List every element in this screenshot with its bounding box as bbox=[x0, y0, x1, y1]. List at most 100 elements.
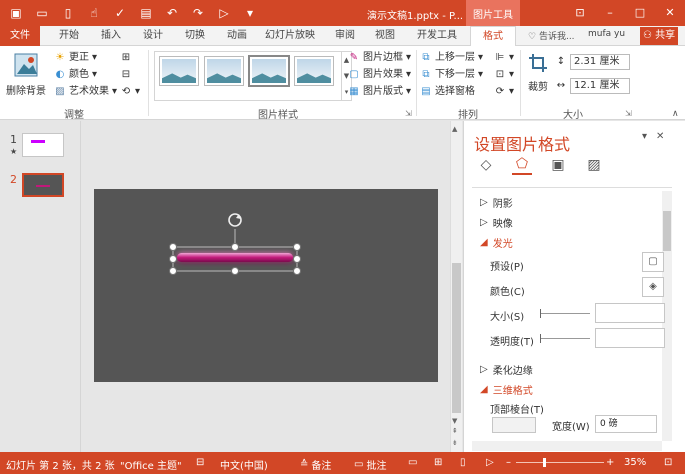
collapse-ribbon-icon[interactable]: ∧ bbox=[672, 106, 679, 122]
size-dialog-launcher-icon[interactable]: ⇲ bbox=[625, 106, 632, 122]
present-icon[interactable]: ▷ bbox=[212, 4, 236, 22]
section-soft-edges[interactable]: ▷ 柔化边缘 bbox=[480, 362, 533, 377]
resize-handle[interactable] bbox=[169, 267, 177, 275]
new-slide-icon[interactable]: ▤ bbox=[134, 4, 158, 22]
resize-handle[interactable] bbox=[231, 267, 239, 275]
minimize-button[interactable]: – bbox=[595, 0, 625, 24]
pane-scroll-thumb[interactable] bbox=[663, 211, 671, 251]
scroll-down-icon[interactable]: ▼ bbox=[452, 417, 457, 425]
slide-sorter-view-icon[interactable]: ⊞ bbox=[434, 457, 442, 468]
slide-thumbnail-1[interactable] bbox=[22, 133, 64, 157]
glow-color-picker-icon[interactable]: ◈ bbox=[642, 277, 664, 297]
picture-border-button[interactable]: ✎ 图片边框 ▾ bbox=[348, 50, 411, 66]
size-properties-icon[interactable]: ▣ bbox=[548, 155, 568, 175]
notes-button[interactable]: ≙ 备注 bbox=[300, 457, 331, 472]
resize-handle[interactable] bbox=[293, 255, 301, 263]
zoom-slider-thumb[interactable] bbox=[543, 458, 546, 467]
effects-pentagon-icon[interactable]: ⬠ bbox=[512, 155, 532, 175]
touch-mode-icon[interactable]: ☝ bbox=[82, 4, 106, 22]
tab-review[interactable]: 审阅 bbox=[328, 26, 362, 46]
selection-pane-button[interactable]: ▤ 选择窗格 bbox=[420, 84, 475, 100]
tab-slideshow[interactable]: 幻灯片放映 bbox=[262, 26, 318, 46]
artistic-effects-button[interactable]: ▨ 艺术效果 ▾ bbox=[54, 84, 117, 100]
tab-design[interactable]: 设计 bbox=[136, 26, 170, 46]
glow-line-shape[interactable] bbox=[177, 253, 293, 262]
section-reflection[interactable]: ▷ 映像 bbox=[480, 215, 513, 230]
align-icon[interactable]: ⊫ ▾ bbox=[494, 50, 514, 66]
reading-view-icon[interactable]: ▯ bbox=[460, 457, 466, 468]
zoom-out-icon[interactable]: – bbox=[506, 457, 511, 468]
maximize-button[interactable]: □ bbox=[625, 0, 655, 24]
rotate-icon[interactable]: ⟳ ▾ bbox=[494, 84, 514, 100]
send-backward-button[interactable]: ⧉ 下移一层 ▾ bbox=[420, 67, 483, 83]
customize-qat-icon[interactable]: ▾ bbox=[238, 4, 262, 22]
reset-picture-icon[interactable]: ⟲ ▾ bbox=[120, 84, 140, 100]
transparency-input[interactable] bbox=[595, 328, 665, 348]
tab-view[interactable]: 视图 bbox=[368, 26, 402, 46]
scroll-thumb[interactable] bbox=[452, 263, 461, 413]
picture-style-option[interactable] bbox=[205, 57, 243, 85]
resize-handle[interactable] bbox=[169, 243, 177, 251]
tab-animations[interactable]: 动画 bbox=[220, 26, 254, 46]
remove-background-button[interactable]: 删除背景 bbox=[4, 52, 48, 97]
pane-close-icon[interactable]: ✕ bbox=[656, 131, 664, 142]
color-button[interactable]: ◐ 颜色 ▾ bbox=[54, 67, 97, 83]
fill-line-icon[interactable]: ◇ bbox=[476, 155, 496, 175]
picture-layout-button[interactable]: ▦ 图片版式 ▾ bbox=[348, 84, 411, 100]
tab-developer[interactable]: 开发工具 bbox=[412, 26, 462, 46]
language[interactable]: 中文(中国) bbox=[220, 457, 268, 472]
pane-horizontal-scrollbar[interactable] bbox=[472, 441, 662, 451]
zoom-in-icon[interactable]: + bbox=[606, 457, 614, 468]
canvas-vertical-scrollbar[interactable]: ▲ ▼ ⇞ ⇟ bbox=[450, 121, 462, 452]
bevel-width-input[interactable]: 0 磅 bbox=[595, 415, 657, 433]
tell-me-search[interactable]: ♡ 告诉我... bbox=[528, 29, 575, 42]
compress-pictures-icon[interactable]: ⊞ bbox=[120, 50, 132, 66]
picture-style-option[interactable] bbox=[160, 57, 198, 85]
tab-format[interactable]: 格式 bbox=[470, 26, 516, 47]
section-3d-format[interactable]: ◢ 三维格式 bbox=[480, 382, 533, 397]
resize-handle[interactable] bbox=[231, 243, 239, 251]
close-button[interactable]: ✕ bbox=[655, 0, 685, 24]
proofing-icon[interactable]: ⊟ bbox=[196, 457, 204, 468]
normal-view-icon[interactable]: ▭ bbox=[408, 457, 417, 468]
corrections-button[interactable]: ☀ 更正 ▾ bbox=[54, 50, 98, 66]
size-slider[interactable] bbox=[540, 309, 590, 318]
zoom-level[interactable]: 35% bbox=[624, 457, 646, 468]
group-objects-icon[interactable]: ⊡ ▾ bbox=[494, 67, 514, 83]
slide-canvas[interactable] bbox=[94, 189, 438, 382]
slideshow-view-icon[interactable]: ▷ bbox=[486, 457, 494, 468]
picture-icon[interactable]: ▨ bbox=[584, 155, 604, 175]
comments-button[interactable]: ▭ 批注 bbox=[354, 457, 386, 472]
shape-width-input[interactable]: 12.1 厘米 bbox=[570, 78, 630, 94]
preset-dropdown[interactable]: ▢ bbox=[642, 252, 664, 272]
redo-icon[interactable]: ↷ bbox=[186, 4, 210, 22]
transparency-slider[interactable] bbox=[540, 334, 590, 343]
zoom-slider[interactable] bbox=[516, 462, 604, 463]
spelling-icon[interactable]: ✓ bbox=[108, 4, 132, 22]
shape-height-input[interactable]: 2.31 厘米 bbox=[570, 54, 630, 70]
tab-transitions[interactable]: 切换 bbox=[178, 26, 212, 46]
tab-file[interactable]: 文件 bbox=[0, 26, 40, 46]
resize-handle[interactable] bbox=[293, 243, 301, 251]
dialog-launcher-icon[interactable]: ⇲ bbox=[405, 106, 412, 122]
picture-style-option[interactable] bbox=[295, 57, 333, 85]
ribbon-display-options-icon[interactable]: ⊡ bbox=[565, 0, 595, 24]
fit-to-window-icon[interactable]: ⊡ bbox=[664, 457, 672, 468]
section-glow[interactable]: ◢ 发光 bbox=[480, 235, 513, 250]
new-document-icon[interactable]: ▯ bbox=[56, 4, 80, 22]
rotate-handle-icon[interactable] bbox=[228, 213, 242, 227]
scroll-up-icon[interactable]: ▲ bbox=[452, 125, 457, 133]
next-slide-icon[interactable]: ⇟ bbox=[452, 439, 458, 447]
change-picture-icon[interactable]: ⊟ bbox=[120, 67, 132, 83]
share-button[interactable]: ⚇ 共享 bbox=[640, 27, 679, 45]
tab-home[interactable]: 开始 bbox=[52, 26, 86, 46]
picture-effects-button[interactable]: ▢ 图片效果 ▾ bbox=[348, 67, 411, 83]
bring-forward-button[interactable]: ⧉ 上移一层 ▾ bbox=[420, 50, 483, 66]
resize-handle[interactable] bbox=[293, 267, 301, 275]
tab-insert[interactable]: 插入 bbox=[94, 26, 128, 46]
save-icon[interactable]: ▣ bbox=[4, 4, 28, 22]
undo-icon[interactable]: ↶ bbox=[160, 4, 184, 22]
previous-slide-icon[interactable]: ⇞ bbox=[452, 427, 458, 435]
user-name[interactable]: mufa yu bbox=[588, 29, 625, 39]
resize-handle[interactable] bbox=[169, 255, 177, 263]
